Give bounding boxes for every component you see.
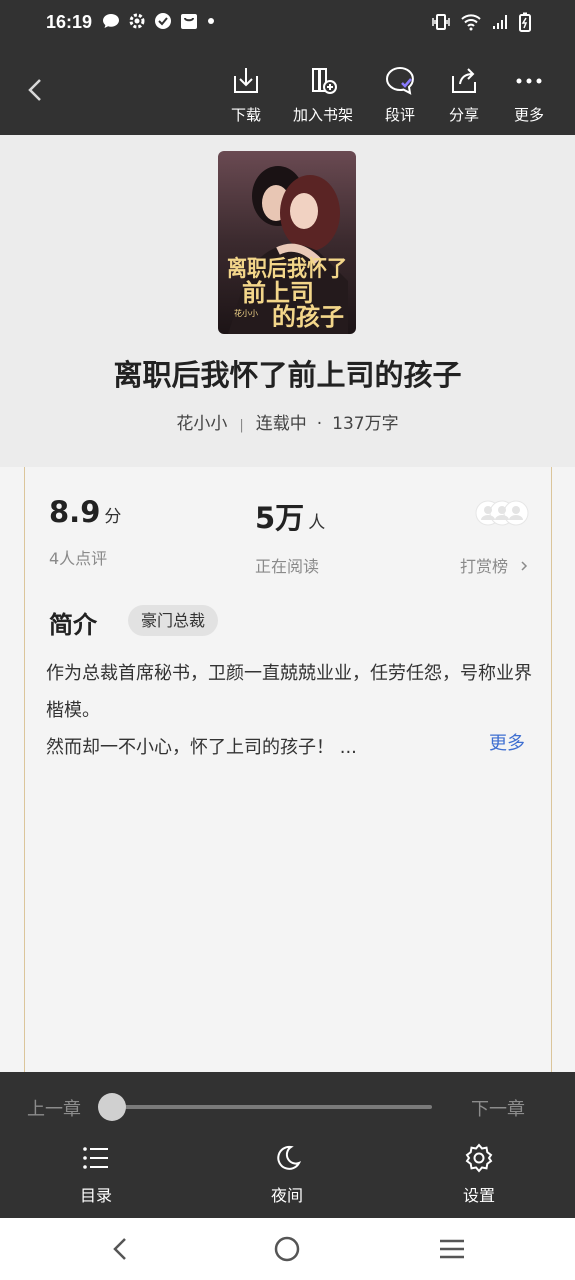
download-label: 下载 xyxy=(230,106,261,124)
score-value: 8.9 xyxy=(49,495,101,529)
bookshelf-add-icon xyxy=(312,68,337,94)
add-to-shelf-button[interactable]: 加入书架 xyxy=(288,64,358,125)
night-label: 夜间 xyxy=(270,1186,303,1205)
share-button[interactable]: 分享 xyxy=(429,64,499,125)
moon-icon xyxy=(277,1145,302,1170)
check-circle-icon xyxy=(155,13,171,29)
chevron-left-icon xyxy=(28,79,41,101)
comment-bubble-icon xyxy=(385,66,414,95)
battery-icon xyxy=(519,12,531,32)
chevron-right-icon xyxy=(521,561,528,571)
system-navigation-bar xyxy=(0,1218,575,1280)
top-toolbar: 下载 加入书架 段评 分享 更多 xyxy=(0,48,575,135)
status-time: 16:19 xyxy=(46,12,93,32)
reward-ranking-link[interactable]: 打赏榜 xyxy=(460,553,529,577)
nav-home-icon[interactable] xyxy=(273,1235,301,1263)
intro-more-link[interactable]: 更多 xyxy=(489,729,525,755)
signal-icon xyxy=(493,15,507,29)
reader-control-panel: 上一章 下一章 目录 夜间 设置 xyxy=(0,1072,575,1218)
genre-tag[interactable]: 豪门总裁 xyxy=(128,605,219,636)
download-icon xyxy=(234,68,258,93)
intro-heading: 简介 xyxy=(49,611,97,639)
toc-button[interactable]: 目录 xyxy=(56,1142,136,1206)
score-unit: 分 xyxy=(104,507,122,527)
nav-back-icon[interactable] xyxy=(108,1236,134,1262)
gear-icon xyxy=(465,1143,493,1173)
cover-author: 花小小 xyxy=(234,308,258,318)
add-to-shelf-label: 加入书架 xyxy=(292,106,353,124)
share-icon xyxy=(452,68,476,93)
book-title: 离职后我怀了前上司的孩子 xyxy=(113,358,462,392)
share-label: 分享 xyxy=(448,106,479,124)
book-status: 连载中 xyxy=(255,414,307,434)
reward-label: 打赏榜 xyxy=(460,557,509,576)
shopping-bag-icon xyxy=(181,14,197,29)
readers-stat: 5万人 正在阅读 xyxy=(255,495,325,577)
nav-menu-icon[interactable] xyxy=(438,1237,466,1261)
book-cover[interactable]: 离职后我怀了 前上司 的孩子 花小小 xyxy=(218,151,356,334)
cover-art: 离职后我怀了 前上司 的孩子 花小小 xyxy=(218,151,356,334)
intro-line-2: 然而却一不小心，怀了上司的孩子！ ... xyxy=(46,737,357,758)
readers-unit: 人 xyxy=(308,513,326,533)
back-button[interactable] xyxy=(22,76,50,104)
next-chapter-button[interactable]: 下一章 xyxy=(471,1095,525,1121)
meta-separator: | xyxy=(239,418,244,433)
intro-description: 作为总裁首席秘书，卫颜一直兢兢业业，任劳任怨，号称业界楷模。 然而却一不小心，怀… xyxy=(46,655,532,766)
score-sub: 4人点评 xyxy=(49,549,108,568)
settings-button[interactable]: 设置 xyxy=(439,1142,519,1206)
more-button[interactable]: 更多 xyxy=(494,64,564,125)
book-author[interactable]: 花小小 xyxy=(176,414,227,434)
readers-value: 5万 xyxy=(255,501,305,535)
comments-label: 段评 xyxy=(384,106,415,124)
night-mode-button[interactable]: 夜间 xyxy=(247,1142,327,1206)
cover-title-line3: 的孩子 xyxy=(272,302,344,331)
settings-label: 设置 xyxy=(462,1186,495,1205)
book-meta: 花小小 | 连载中 · 137万字 xyxy=(0,409,575,434)
prev-chapter-button[interactable]: 上一章 xyxy=(27,1095,81,1121)
download-button[interactable]: 下载 xyxy=(211,64,281,125)
reward-avatars[interactable] xyxy=(474,498,530,528)
intro-line-1: 作为总裁首席秘书，卫颜一直兢兢业业，任劳任怨，号称业界楷模。 xyxy=(46,663,532,721)
dot-icon xyxy=(208,18,214,24)
chapter-slider-track[interactable] xyxy=(112,1105,432,1109)
book-word-count: 137万字 xyxy=(332,414,399,434)
meta-dot: · xyxy=(316,414,323,434)
more-dots-icon xyxy=(516,78,542,84)
vibrate-icon xyxy=(432,14,450,30)
comments-button[interactable]: 段评 xyxy=(365,64,435,125)
wifi-icon xyxy=(461,14,481,31)
notification-icons xyxy=(102,12,216,30)
more-label: 更多 xyxy=(513,106,544,124)
system-icons xyxy=(431,12,531,32)
list-icon xyxy=(83,1147,108,1169)
readers-sub: 正在阅读 xyxy=(255,557,320,576)
chapter-slider-knob[interactable] xyxy=(98,1093,126,1121)
gear-status-icon xyxy=(129,13,145,29)
score-stat: 8.9 分 4人点评 xyxy=(49,495,121,569)
toc-label: 目录 xyxy=(79,1186,112,1205)
status-bar: 16:19 xyxy=(0,0,575,48)
message-icon xyxy=(103,14,119,28)
